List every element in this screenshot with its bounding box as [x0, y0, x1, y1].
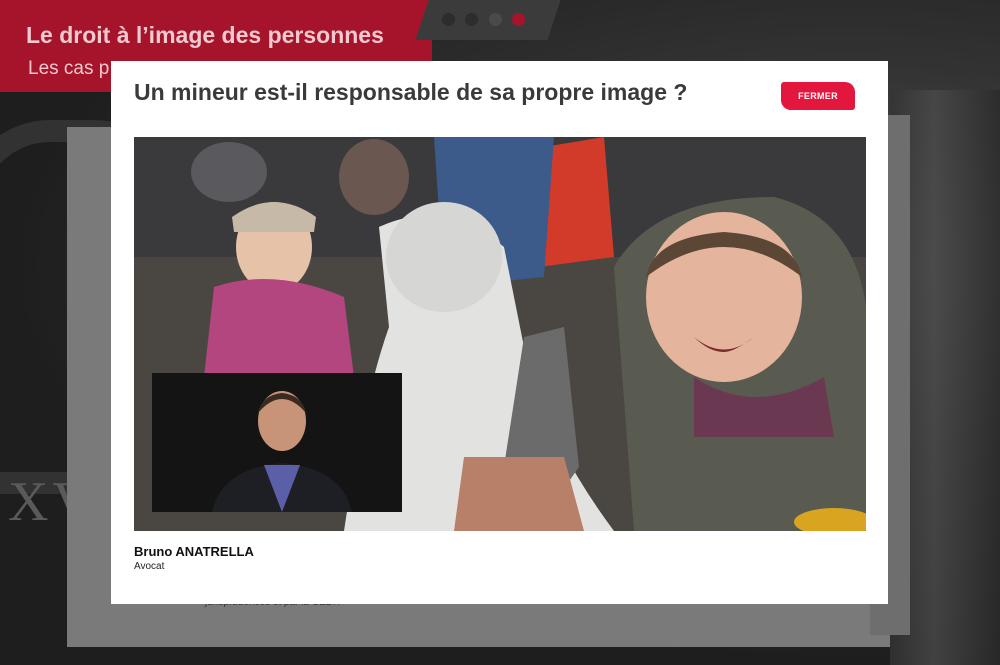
pager-dot-3[interactable] — [489, 13, 502, 26]
close-button[interactable]: FERMER — [781, 82, 855, 110]
crowd-photo — [134, 137, 866, 531]
speaker-name: Bruno ANATRELLA — [134, 544, 254, 559]
video-inset[interactable] — [152, 373, 402, 512]
pager-dot-4-active[interactable] — [512, 13, 525, 26]
pager-dot-1[interactable] — [442, 13, 455, 26]
speaker-role: Avocat — [134, 561, 165, 572]
modal-title: Un mineur est-il responsable de sa propr… — [134, 79, 688, 105]
speaker-illustration — [152, 373, 402, 512]
pager — [415, 0, 561, 40]
page-subtitle: Les cas p — [28, 58, 110, 79]
page-title: Le droit à l’image des personnes — [26, 22, 384, 48]
video-modal: Un mineur est-il responsable de sa propr… — [111, 61, 888, 604]
pager-dot-2[interactable] — [465, 13, 478, 26]
